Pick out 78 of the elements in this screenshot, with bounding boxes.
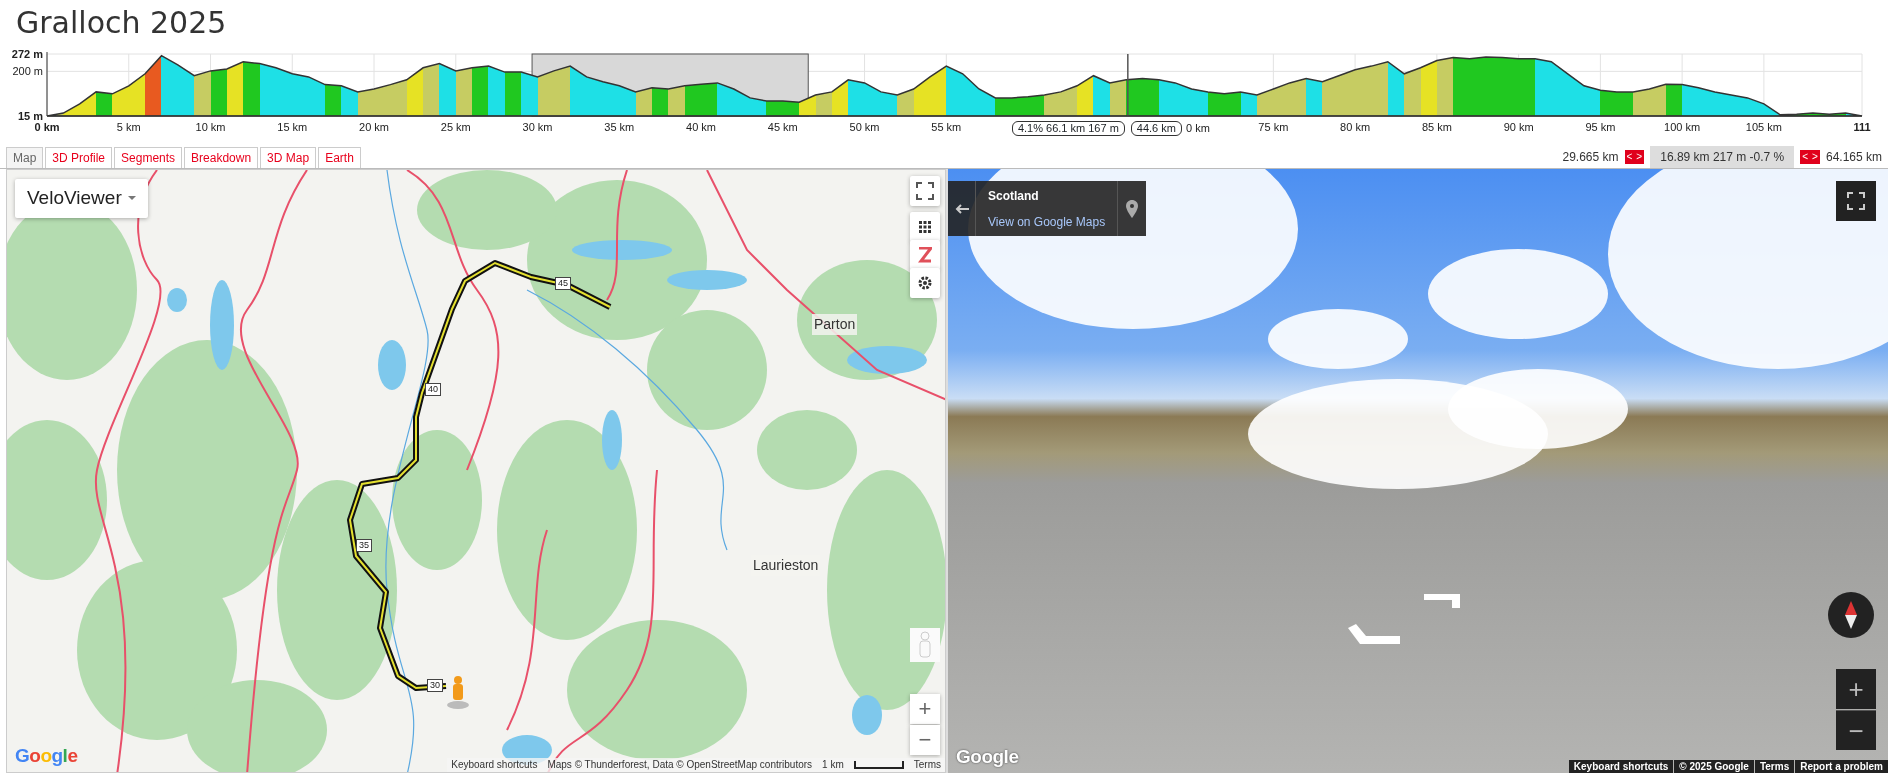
location-title: Scotland [988, 188, 1040, 205]
route-marker: 45 [555, 277, 571, 290]
zoom-out-button[interactable]: − [910, 725, 940, 755]
grid-icon[interactable] [919, 221, 931, 233]
x-axis-label: 80 km [1340, 121, 1371, 133]
x-axis-label: 0 km [34, 121, 60, 133]
x-axis-label: 75 km [1258, 121, 1289, 133]
x-axis-label: 90 km [1503, 121, 1534, 133]
y-axis-label: 15 m [17, 110, 43, 122]
tab[interactable]: 3D Profile [45, 147, 113, 168]
street-view-photo[interactable] [948, 169, 1888, 773]
page-title: Gralloch 2025 [15, 4, 228, 42]
hover-readout: 44.6 km [1130, 121, 1182, 136]
range-end: 64.165 km [1825, 149, 1882, 166]
place-label: Parton [812, 314, 858, 335]
settings-icon[interactable] [918, 276, 932, 290]
zoom-out-button[interactable]: − [1836, 710, 1876, 750]
y-axis-label: 200 m [12, 65, 43, 78]
zoom-in-button[interactable]: + [910, 694, 940, 724]
route-marker: 35 [356, 539, 372, 552]
back-arrow-icon[interactable] [954, 203, 969, 214]
tab[interactable]: Map [6, 147, 44, 168]
caret-icon [127, 196, 136, 201]
y-axis-label: 272 m [11, 48, 43, 60]
pin-icon[interactable] [1126, 199, 1139, 218]
range-summary: 16.89 km 217 m -0.7 % [1650, 146, 1795, 168]
x-axis-label: 0 km [1185, 122, 1210, 135]
x-axis-label: 55 km [931, 121, 962, 133]
cursor-line [1127, 53, 1129, 117]
view-on-google-maps-link[interactable]: View on Google Maps [988, 213, 1106, 231]
x-axis-label: 10 km [195, 121, 226, 133]
layer-dropdown[interactable]: VeloViewer [15, 179, 148, 218]
x-axis-label: 35 km [604, 121, 635, 133]
x-axis-label: 15 km [277, 121, 308, 133]
report-problem-link[interactable]: Report a problem [1795, 760, 1888, 773]
copyright-notice: © 2025 Google [1674, 760, 1754, 773]
x-axis-label: 95 km [1585, 121, 1616, 133]
keyboard-shortcuts-link[interactable]: Keyboard shortcuts [1568, 760, 1674, 773]
fullscreen-button[interactable] [910, 176, 940, 206]
grid-button[interactable] [910, 212, 940, 242]
tab[interactable]: 3D Map [260, 147, 317, 168]
range-start: 29.665 km [1562, 149, 1619, 166]
x-axis-label: 111 [1853, 121, 1871, 133]
google-logo: Google [956, 744, 1019, 769]
tab[interactable]: Earth [318, 147, 361, 168]
x-axis-label: 40 km [686, 121, 717, 133]
previous-button[interactable]: < [1800, 150, 1811, 164]
tab[interactable]: Breakdown [184, 147, 259, 168]
fullscreen-button[interactable] [1836, 181, 1876, 221]
next-button[interactable]: > [1634, 150, 1645, 164]
zoom-in-button[interactable]: + [1836, 669, 1876, 709]
settings-button[interactable] [910, 268, 940, 298]
route-marker: 40 [425, 383, 441, 396]
google-logo: Google [15, 743, 78, 768]
next-button[interactable]: > [1810, 150, 1820, 164]
scale-label: 1 km [822, 758, 844, 772]
x-axis-label: 100 km [1664, 121, 1701, 133]
terms-link[interactable]: Terms [1754, 760, 1795, 773]
x-axis-label: 5 km [116, 121, 141, 133]
x-axis-label: 105 km [1745, 121, 1782, 133]
x-axis-label: 25 km [440, 121, 471, 133]
x-axis-label: 45 km [767, 121, 798, 133]
x-axis-label: 85 km [1421, 121, 1452, 133]
map-attribution: Maps © Thunderforest, Data © OpenStreetMap contributors [547, 758, 813, 772]
x-axis-label: 20 km [359, 121, 389, 133]
route-marker: 30 [427, 679, 443, 692]
previous-button[interactable]: < [1624, 150, 1635, 164]
scale-bar [853, 761, 904, 769]
compass-icon[interactable] [1828, 592, 1874, 638]
terms-link[interactable]: Terms [913, 758, 941, 772]
tab[interactable]: Segments [114, 147, 183, 168]
x-axis-label: 50 km [849, 121, 880, 133]
keyboard-shortcuts-link[interactable]: Keyboard shortcuts [451, 758, 538, 772]
zigzag-icon[interactable] [918, 247, 932, 263]
hover-readout: 4.1% 66.1 km 167 m [1011, 121, 1125, 136]
fullscreen-icon[interactable] [916, 182, 934, 200]
zigzag-button[interactable] [910, 240, 940, 270]
x-axis-label: 30 km [522, 121, 553, 133]
